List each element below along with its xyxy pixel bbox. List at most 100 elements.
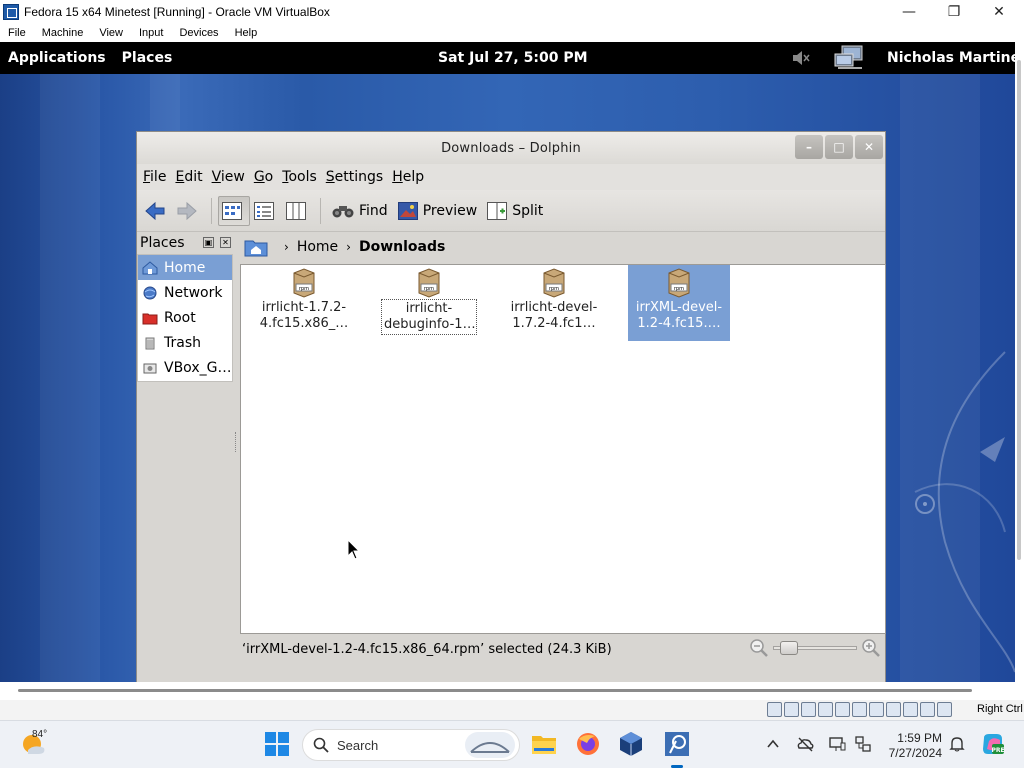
display-icon[interactable]	[869, 702, 884, 717]
guest-screen[interactable]: Applications Places Sat Jul 27, 5:00 PM …	[0, 42, 1015, 682]
notification-bell-icon[interactable]	[948, 735, 966, 753]
drive-icon	[143, 363, 157, 373]
places-item-label: VBox_G…	[164, 359, 232, 376]
horizontal-scrollbar[interactable]	[0, 682, 1024, 700]
host-key-label: Right Ctrl	[977, 703, 1023, 715]
menu-edit[interactable]: Edit	[173, 169, 209, 185]
home-icon	[142, 260, 158, 274]
vb-menu-input[interactable]: Input	[131, 27, 171, 39]
minimize-button[interactable]: —	[886, 0, 932, 23]
places-header: Places ▣ ✕	[137, 232, 235, 254]
file-name: irrlicht-1.7.2- 4.fc15.x86_…	[259, 300, 349, 331]
places-panel: Places ▣ ✕ Home Network Root Trash VBox_…	[137, 232, 235, 682]
firefox-icon[interactable]	[575, 731, 601, 757]
zoom-in-icon[interactable]	[861, 638, 881, 658]
breadcrumb-home-icon[interactable]	[244, 237, 268, 257]
zoom-slider[interactable]	[773, 641, 857, 655]
file-item[interactable]: rpm irrlicht-1.7.2- 4.fc15.x86_…	[253, 265, 355, 341]
zoom-out-icon[interactable]	[749, 638, 769, 658]
vb-menu-help[interactable]: Help	[227, 27, 266, 39]
hard-disk-icon[interactable]	[767, 702, 782, 717]
fedora-vm-icon[interactable]	[664, 731, 690, 757]
shared-folders-icon[interactable]	[852, 702, 867, 717]
details-view-button[interactable]	[250, 196, 282, 226]
search-icon	[313, 737, 329, 753]
onedrive-offline-icon[interactable]	[796, 735, 814, 753]
dolphin-maximize-button[interactable]: □	[825, 135, 853, 159]
network-adapter-icon[interactable]	[818, 702, 833, 717]
vertical-scrollbar[interactable]	[1015, 42, 1024, 682]
breadcrumb-home[interactable]: Home	[297, 239, 338, 255]
panel-splitter[interactable]	[235, 432, 238, 452]
places-item-root[interactable]: Root	[138, 305, 232, 330]
weather-temperature: 84°	[32, 729, 48, 740]
file-item[interactable]: rpm irrlicht- debuginfo-1…	[378, 265, 480, 341]
forward-button[interactable]	[173, 196, 205, 226]
taskbar-search[interactable]: Search	[302, 729, 520, 761]
windows-start-icon[interactable]	[264, 731, 290, 757]
network-tray-icon[interactable]	[854, 735, 872, 753]
recording-icon[interactable]	[886, 702, 901, 717]
chevron-up-icon[interactable]	[764, 735, 782, 753]
places-menu[interactable]: Places	[114, 50, 181, 66]
back-button[interactable]	[141, 196, 173, 226]
usb-icon[interactable]	[835, 702, 850, 717]
file-item[interactable]: rpm irrlicht-devel- 1.7.2-4.fc1…	[503, 265, 605, 341]
breadcrumb-current[interactable]: Downloads	[359, 239, 445, 255]
network-status-icon[interactable]	[834, 45, 866, 71]
places-item-home[interactable]: Home	[138, 255, 232, 280]
maximize-button[interactable]: ❐	[931, 0, 977, 23]
cpu-icon[interactable]	[903, 702, 918, 717]
split-button[interactable]: Split	[482, 196, 548, 226]
close-button[interactable]: ✕	[976, 0, 1022, 23]
optical-drive-icon[interactable]	[784, 702, 799, 717]
user-menu[interactable]: Nicholas Martine	[887, 50, 1015, 66]
find-button[interactable]: Find	[327, 196, 393, 226]
vb-menu-view[interactable]: View	[91, 27, 131, 39]
vb-menu-machine[interactable]: Machine	[34, 27, 92, 39]
virtualbox-taskbar-icon[interactable]	[618, 731, 644, 757]
menu-settings[interactable]: Settings	[324, 169, 390, 185]
dolphin-close-button[interactable]: ✕	[855, 135, 883, 159]
mouse-integration-icon[interactable]	[920, 702, 935, 717]
svg-text:rpm: rpm	[299, 286, 309, 292]
menu-tools[interactable]: Tools	[280, 169, 324, 185]
display-tray-icon[interactable]	[828, 735, 846, 753]
close-panel-icon[interactable]: ✕	[220, 237, 231, 248]
file-name: irrlicht-devel- 1.7.2-4.fc1…	[510, 300, 598, 331]
places-item-trash[interactable]: Trash	[138, 330, 232, 355]
zoom-slider-handle[interactable]	[780, 641, 798, 655]
root-folder-icon	[142, 313, 158, 324]
menu-file[interactable]: File	[141, 169, 173, 185]
panel-clock[interactable]: Sat Jul 27, 5:00 PM	[438, 50, 588, 66]
places-item-network[interactable]: Network	[138, 280, 232, 305]
keyboard-icon[interactable]	[937, 702, 952, 717]
applications-menu[interactable]: Applications	[0, 50, 114, 66]
dolphin-title: Downloads – Dolphin	[441, 140, 581, 156]
vb-menu-devices[interactable]: Devices	[171, 27, 226, 39]
dolphin-statusbar: ‘irrXML-devel-1.2-4.fc15.x86_64.rpm’ sel…	[240, 634, 885, 664]
detach-panel-icon[interactable]: ▣	[203, 237, 214, 248]
dolphin-menubar: File Edit View Go Tools Settings Help	[137, 164, 885, 190]
menu-help[interactable]: Help	[390, 169, 431, 185]
columns-view-button[interactable]	[282, 196, 314, 226]
audio-icon[interactable]	[801, 702, 816, 717]
places-item-vbox[interactable]: VBox_G…	[138, 355, 232, 380]
file-view[interactable]: rpm irrlicht-1.7.2- 4.fc15.x86_… rpm irr…	[240, 264, 886, 634]
places-item-label: Trash	[164, 334, 201, 351]
copilot-icon[interactable]: PRE	[980, 732, 1006, 758]
file-item-selected[interactable]: rpm irrXML-devel- 1.2-4.fc15.…	[628, 265, 730, 341]
preview-icon	[397, 201, 418, 220]
file-explorer-icon[interactable]	[531, 731, 557, 757]
icons-view-button[interactable]	[218, 195, 250, 226]
system-clock[interactable]: 1:59 PM 7/27/2024	[882, 731, 942, 761]
weather-widget[interactable]: 84°	[20, 729, 48, 762]
menu-view[interactable]: View	[210, 169, 252, 185]
dolphin-titlebar[interactable]: Downloads – Dolphin – □ ✕	[137, 132, 885, 164]
preview-button[interactable]: Preview	[393, 196, 483, 226]
vb-menu-file[interactable]: File	[0, 27, 34, 39]
search-placeholder: Search	[337, 737, 379, 753]
menu-go[interactable]: Go	[252, 169, 280, 185]
volume-muted-icon[interactable]	[792, 50, 810, 66]
dolphin-minimize-button[interactable]: –	[795, 135, 823, 159]
